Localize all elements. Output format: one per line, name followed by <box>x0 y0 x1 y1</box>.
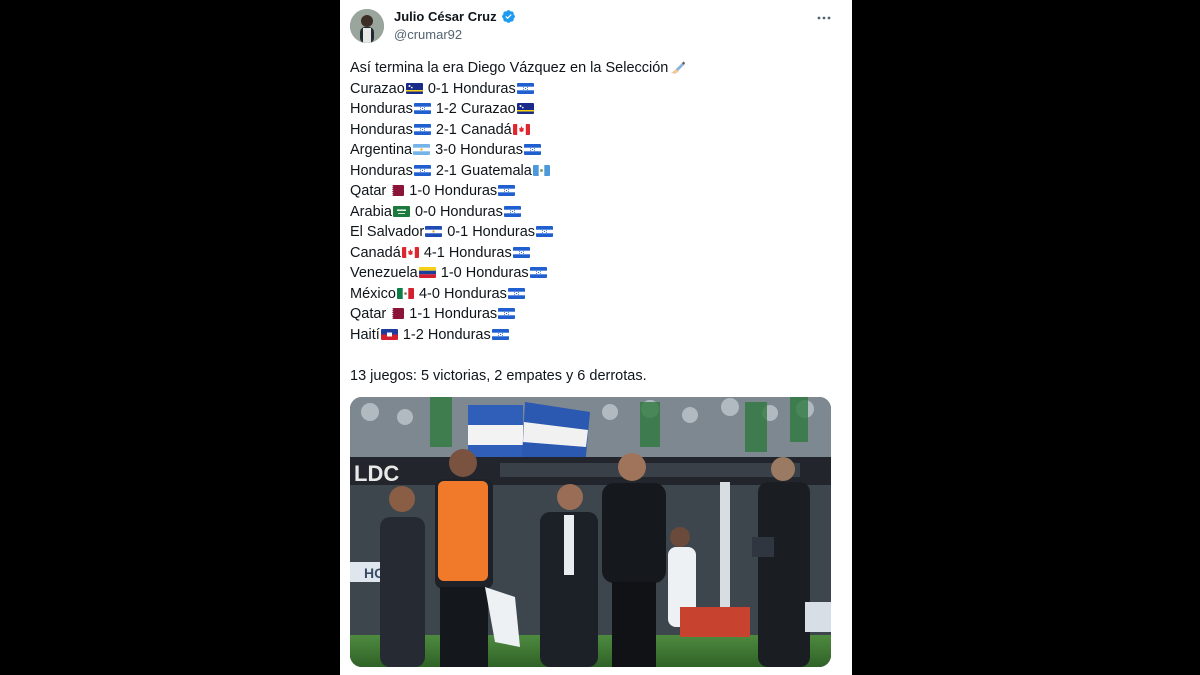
home-team: Curazao <box>350 80 405 97</box>
match-score: 1-1 <box>409 306 431 322</box>
verified-badge-icon <box>501 9 516 24</box>
curacao-flag-icon <box>516 103 534 114</box>
result-row: México 4-0 Honduras <box>350 284 840 305</box>
match-score: 3-0 <box>435 142 457 158</box>
canada-flag-icon <box>401 246 419 258</box>
home-team: México <box>350 285 396 302</box>
result-row: Argentina 3-0 Honduras <box>350 140 840 161</box>
haiti-flag-icon <box>380 328 398 340</box>
honduras-flag-icon <box>507 287 525 299</box>
result-row: Curazao 0-1 Honduras <box>350 79 840 100</box>
honduras-flag-icon <box>516 82 534 94</box>
home-team: Qatar <box>350 306 387 322</box>
home-team: Venezuela <box>350 265 418 281</box>
home-team: Canadá <box>350 244 401 261</box>
result-row: Venezuela 1-0 Honduras <box>350 263 840 284</box>
home-team: Haití <box>350 326 380 343</box>
honduras-flag-icon <box>523 144 541 155</box>
away-team: Honduras <box>439 203 503 220</box>
honduras-flag-icon <box>512 246 530 258</box>
honduras-flag-icon <box>498 185 516 196</box>
tweet-summary: 13 juegos: 5 victorias, 2 empates y 6 de… <box>350 367 647 384</box>
venezuela-flag-icon <box>418 267 436 278</box>
tweet-intro: Así termina la era Diego Vázquez en la S… <box>350 58 840 79</box>
author-name-row: Julio César Cruz <box>394 9 516 24</box>
match-score: 1-2 <box>402 326 424 343</box>
away-team: Honduras <box>434 183 498 199</box>
match-score: 2-1 <box>435 162 457 179</box>
away-team: Honduras <box>472 224 536 240</box>
result-row: Honduras 2-1 Guatemala <box>350 161 840 182</box>
away-team: Honduras <box>443 285 507 302</box>
tweet-photo[interactable]: LDC HO <box>350 397 831 667</box>
away-team: Honduras <box>465 265 529 281</box>
away-team: Honduras <box>427 326 491 343</box>
result-row: Arabia 0-0 Honduras <box>350 202 840 223</box>
avatar[interactable] <box>350 9 384 43</box>
match-score: 4-0 <box>418 285 440 302</box>
match-score: 2-1 <box>435 121 457 138</box>
match-score: 4-1 <box>423 244 445 261</box>
home-team: Honduras <box>350 121 413 138</box>
match-score: 1-2 <box>435 101 457 117</box>
tweet-card: Julio César Cruz @crumar92 Así termina l… <box>340 0 852 675</box>
match-score: 0-0 <box>414 203 436 220</box>
mexico-flag-icon <box>396 287 414 299</box>
honduras-flag-icon <box>491 328 509 340</box>
result-row: Haití 1-2 Honduras <box>350 325 840 346</box>
honduras-flag-icon <box>413 103 431 114</box>
honduras-flag-icon <box>498 308 516 319</box>
away-team: Honduras <box>460 142 523 158</box>
home-team: Honduras <box>350 101 413 117</box>
home-team: Qatar <box>350 183 387 199</box>
curacao-flag-icon <box>405 82 423 94</box>
saudi-flag-icon <box>392 205 410 217</box>
match-score: 1-0 <box>409 183 431 199</box>
argentina-flag-icon <box>413 144 431 155</box>
result-row: Honduras 1-2 Curazao <box>350 99 840 120</box>
banner-text: LDC <box>354 461 399 486</box>
home-team: Arabia <box>350 203 392 220</box>
away-team: Honduras <box>452 80 516 97</box>
result-row: El Salvador 0-1 Honduras <box>350 222 840 243</box>
honduras-flag-icon <box>413 123 431 135</box>
match-score: 0-1 <box>427 80 449 97</box>
result-row: Canadá 4-1 Honduras <box>350 243 840 264</box>
match-score: 0-1 <box>447 224 469 240</box>
home-team: El Salvador <box>350 224 425 240</box>
guatemala-flag-icon <box>532 164 550 176</box>
author-name[interactable]: Julio César Cruz <box>394 9 497 24</box>
elsalvador-flag-icon <box>425 226 443 237</box>
tweet-text: Así termina la era Diego Vázquez en la S… <box>350 58 840 386</box>
result-row: Qatar 1-1 Honduras <box>350 304 840 325</box>
honduras-flag-icon <box>529 267 547 278</box>
away-team: Honduras <box>448 244 512 261</box>
home-team: Honduras <box>350 162 413 179</box>
results-list: Curazao 0-1 Honduras Honduras 1-2 Curazao… <box>350 79 840 346</box>
result-row: Qatar 1-0 Honduras <box>350 181 840 202</box>
honduras-flag-icon <box>503 205 521 217</box>
qatar-flag-icon <box>387 185 405 196</box>
author-handle[interactable]: @crumar92 <box>394 27 462 42</box>
honduras-flag-icon <box>413 164 431 176</box>
result-row: Honduras 2-1 Canadá <box>350 120 840 141</box>
match-score: 1-0 <box>440 265 462 281</box>
home-team: Argentina <box>350 142 413 158</box>
canada-flag-icon <box>512 123 530 135</box>
away-team: Guatemala <box>460 162 532 179</box>
away-team: Curazao <box>460 101 516 117</box>
more-options-icon[interactable] <box>816 10 832 26</box>
away-team: Canadá <box>460 121 512 138</box>
qatar-flag-icon <box>387 308 405 319</box>
honduras-flag-icon <box>536 226 554 237</box>
tweet-intro-text: Así termina la era Diego Vázquez en la S… <box>350 60 669 76</box>
writing-hand-icon <box>670 60 686 74</box>
away-team: Honduras <box>434 306 498 322</box>
